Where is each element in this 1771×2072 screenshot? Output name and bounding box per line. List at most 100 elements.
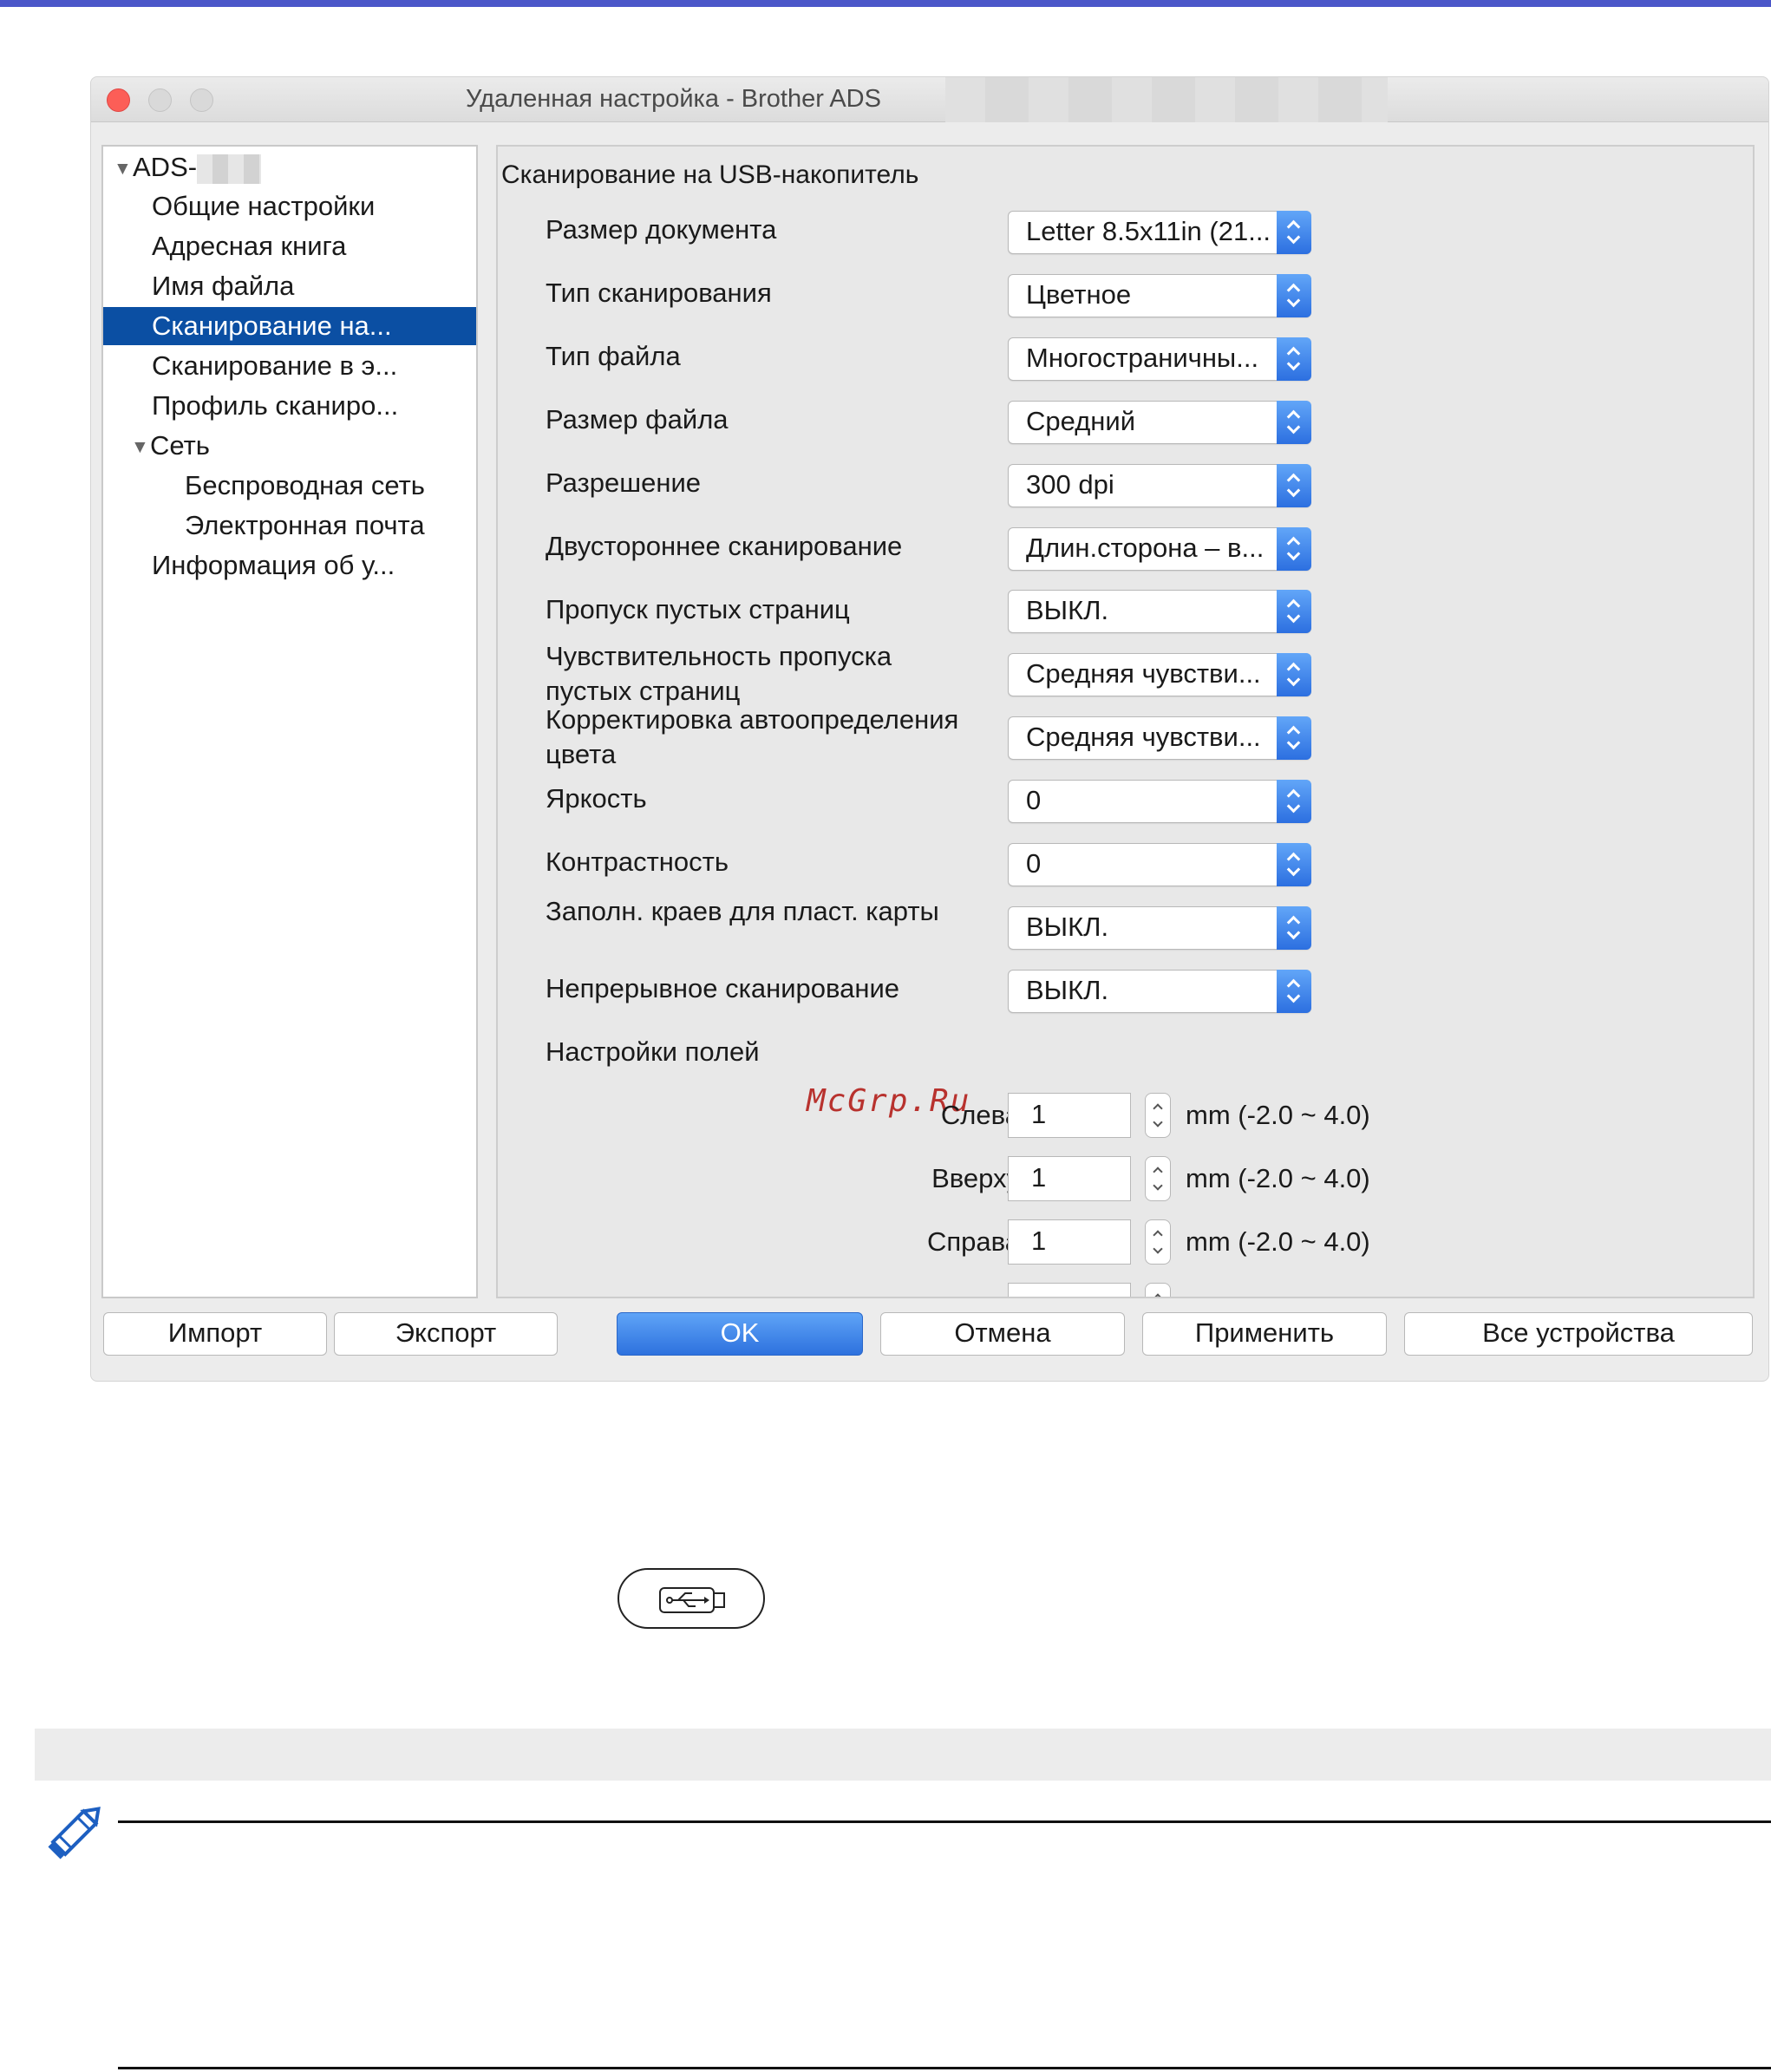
auto-color-detect-popup[interactable]: Средняя чувстви... — [1008, 716, 1311, 760]
setting-label-brightness: Яркость — [546, 783, 647, 814]
tree-item-device-info[interactable]: Информация об у... — [103, 546, 476, 585]
setting-label-plastic-card-edge-fill: Заполн. краев для пласт. карты — [546, 896, 939, 926]
brightness-popup[interactable]: 0 — [1008, 780, 1311, 823]
zoom-window-button[interactable] — [190, 88, 213, 112]
popup-arrows-icon — [1277, 337, 1311, 381]
resolution-popup[interactable]: 300 dpi — [1008, 464, 1311, 507]
plastic-card-edge-fill-popup[interactable]: ВЫКЛ. — [1008, 906, 1311, 950]
margin-label-right: Справа — [926, 1226, 1020, 1257]
tree-item-address-book[interactable]: Адресная книга — [103, 227, 476, 265]
usb-icon — [659, 1587, 725, 1613]
popup-value: Многостраничны... — [1026, 343, 1259, 373]
popup-arrows-icon — [1277, 906, 1311, 950]
minimize-window-button[interactable] — [148, 88, 172, 112]
margin-right-stepper[interactable] — [1145, 1219, 1171, 1265]
tree-item-label: Электронная почта — [185, 510, 425, 540]
popup-value: Цветное — [1026, 279, 1132, 310]
contrast-popup[interactable]: 0 — [1008, 843, 1311, 886]
remote-setup-window: Удаленная настройка - Brother ADS ▼ADS- … — [90, 76, 1769, 1382]
popup-arrows-icon — [1277, 590, 1311, 633]
all-devices-button[interactable]: Все устройства — [1404, 1312, 1753, 1356]
tree-item-label: Профиль сканиро... — [152, 390, 399, 421]
margin-right-unit: mm (-2.0 ~ 4.0) — [1186, 1226, 1370, 1257]
tree-item-label: Информация об у... — [152, 550, 395, 580]
tree-item-scan-profile[interactable]: Профиль сканиро... — [103, 387, 476, 425]
document-size-popup[interactable]: Letter 8.5x11in (21... — [1008, 211, 1311, 254]
pencil-icon — [48, 1807, 101, 1860]
tree-item-label: Сканирование в э... — [152, 350, 398, 381]
popup-value: ВЫКЛ. — [1026, 595, 1109, 625]
field-value: 1 — [1031, 1099, 1047, 1129]
popup-arrows-icon — [1277, 211, 1311, 254]
tree-item-general-settings[interactable]: Общие настройки — [103, 187, 476, 226]
margin-top-stepper[interactable] — [1145, 1156, 1171, 1201]
margin-left-stepper[interactable] — [1145, 1093, 1171, 1138]
margin-top-field[interactable]: 1 — [1008, 1156, 1131, 1201]
close-window-button[interactable] — [107, 88, 130, 112]
file-size-popup[interactable]: Средний — [1008, 401, 1311, 444]
note-pencil — [43, 1798, 109, 1868]
navigation-tree: ▼ADS- Общие настройки Адресная книга Имя… — [101, 145, 478, 1298]
popup-arrows-icon — [1277, 843, 1311, 886]
popup-arrows-icon — [1277, 401, 1311, 444]
tree-root-label: ADS- — [133, 152, 198, 182]
margin-settings-label: Настройки полей — [546, 1036, 760, 1067]
continuous-scan-popup[interactable]: ВЫКЛ. — [1008, 970, 1311, 1013]
tree-item-label: Сеть — [150, 430, 210, 461]
popup-value: 300 dpi — [1026, 469, 1114, 500]
tree-item-label: Общие настройки — [152, 191, 376, 221]
skip-blank-page-popup[interactable]: ВЫКЛ. — [1008, 590, 1311, 633]
margin-bottom-field[interactable] — [1008, 1283, 1131, 1297]
duplex-scan-popup[interactable]: Длин.сторона – в... — [1008, 527, 1311, 571]
margin-right-field[interactable]: 1 — [1008, 1219, 1131, 1265]
top-accent-bar — [0, 0, 1771, 7]
ok-button[interactable]: OK — [617, 1312, 863, 1356]
setting-label-auto-color-detect-line2: цвета — [546, 739, 617, 769]
panel-title: Сканирование на USB-накопитель — [501, 160, 919, 189]
margin-top-unit: mm (-2.0 ~ 4.0) — [1186, 1163, 1370, 1193]
popup-value: ВЫКЛ. — [1026, 912, 1109, 942]
setting-label-file-type: Тип файла — [546, 341, 681, 371]
scan-type-popup[interactable]: Цветное — [1008, 274, 1311, 317]
disclosure-triangle-icon[interactable]: ▼ — [114, 150, 133, 188]
tree-item-wireless-network[interactable]: Беспроводная сеть — [103, 467, 476, 505]
setting-label-continuous-scan: Непрерывное сканирование — [546, 973, 900, 1003]
tree-item-label: Сканирование на... — [152, 310, 392, 341]
popup-value: ВЫКЛ. — [1026, 975, 1109, 1005]
tree-item-scan-to-usb[interactable]: Сканирование на... — [103, 307, 476, 345]
margin-bottom-stepper[interactable] — [1145, 1283, 1171, 1297]
file-type-popup[interactable]: Многостраничны... — [1008, 337, 1311, 381]
cancel-button[interactable]: Отмена — [880, 1312, 1125, 1356]
tree-item-file-name[interactable]: Имя файла — [103, 267, 476, 305]
section-band — [35, 1729, 1771, 1781]
redacted-device-model — [197, 154, 262, 184]
window-title: Удаленная настройка - Brother ADS — [466, 85, 881, 113]
popup-arrows-icon — [1277, 653, 1311, 696]
popup-value: Длин.сторона – в... — [1026, 533, 1265, 563]
tree-item-network[interactable]: ▼Сеть — [103, 427, 476, 465]
tree-item-email[interactable]: Электронная почта — [103, 507, 476, 545]
popup-arrows-icon — [1277, 527, 1311, 571]
tree-item-label: Беспроводная сеть — [185, 470, 425, 500]
redacted-model-number — [945, 77, 1388, 122]
import-button[interactable]: Импорт — [103, 1312, 327, 1356]
popup-arrows-icon — [1277, 780, 1311, 823]
margin-left-unit: mm (-2.0 ~ 4.0) — [1186, 1100, 1370, 1130]
note-top-rule — [118, 1820, 1771, 1823]
tree-item-label: Адресная книга — [152, 231, 347, 261]
apply-button[interactable]: Применить — [1142, 1312, 1387, 1356]
popup-arrows-icon — [1277, 464, 1311, 507]
popup-value: Средний — [1026, 406, 1136, 436]
disclosure-triangle-icon[interactable]: ▼ — [131, 428, 150, 467]
popup-value: Средняя чувстви... — [1026, 658, 1261, 689]
popup-arrows-icon — [1277, 716, 1311, 760]
skip-blank-sensitivity-popup[interactable]: Средняя чувстви... — [1008, 653, 1311, 696]
margin-left-field[interactable]: 1 — [1008, 1093, 1131, 1138]
tree-item-scan-to-email[interactable]: Сканирование в э... — [103, 347, 476, 385]
tree-root-device[interactable]: ▼ADS- — [103, 148, 476, 186]
setting-label-scan-type: Тип сканирования — [546, 278, 772, 308]
export-button[interactable]: Экспорт — [334, 1312, 558, 1356]
tree-item-label: Имя файла — [152, 271, 295, 301]
setting-label-document-size: Размер документа — [546, 214, 777, 245]
popup-arrows-icon — [1277, 970, 1311, 1013]
